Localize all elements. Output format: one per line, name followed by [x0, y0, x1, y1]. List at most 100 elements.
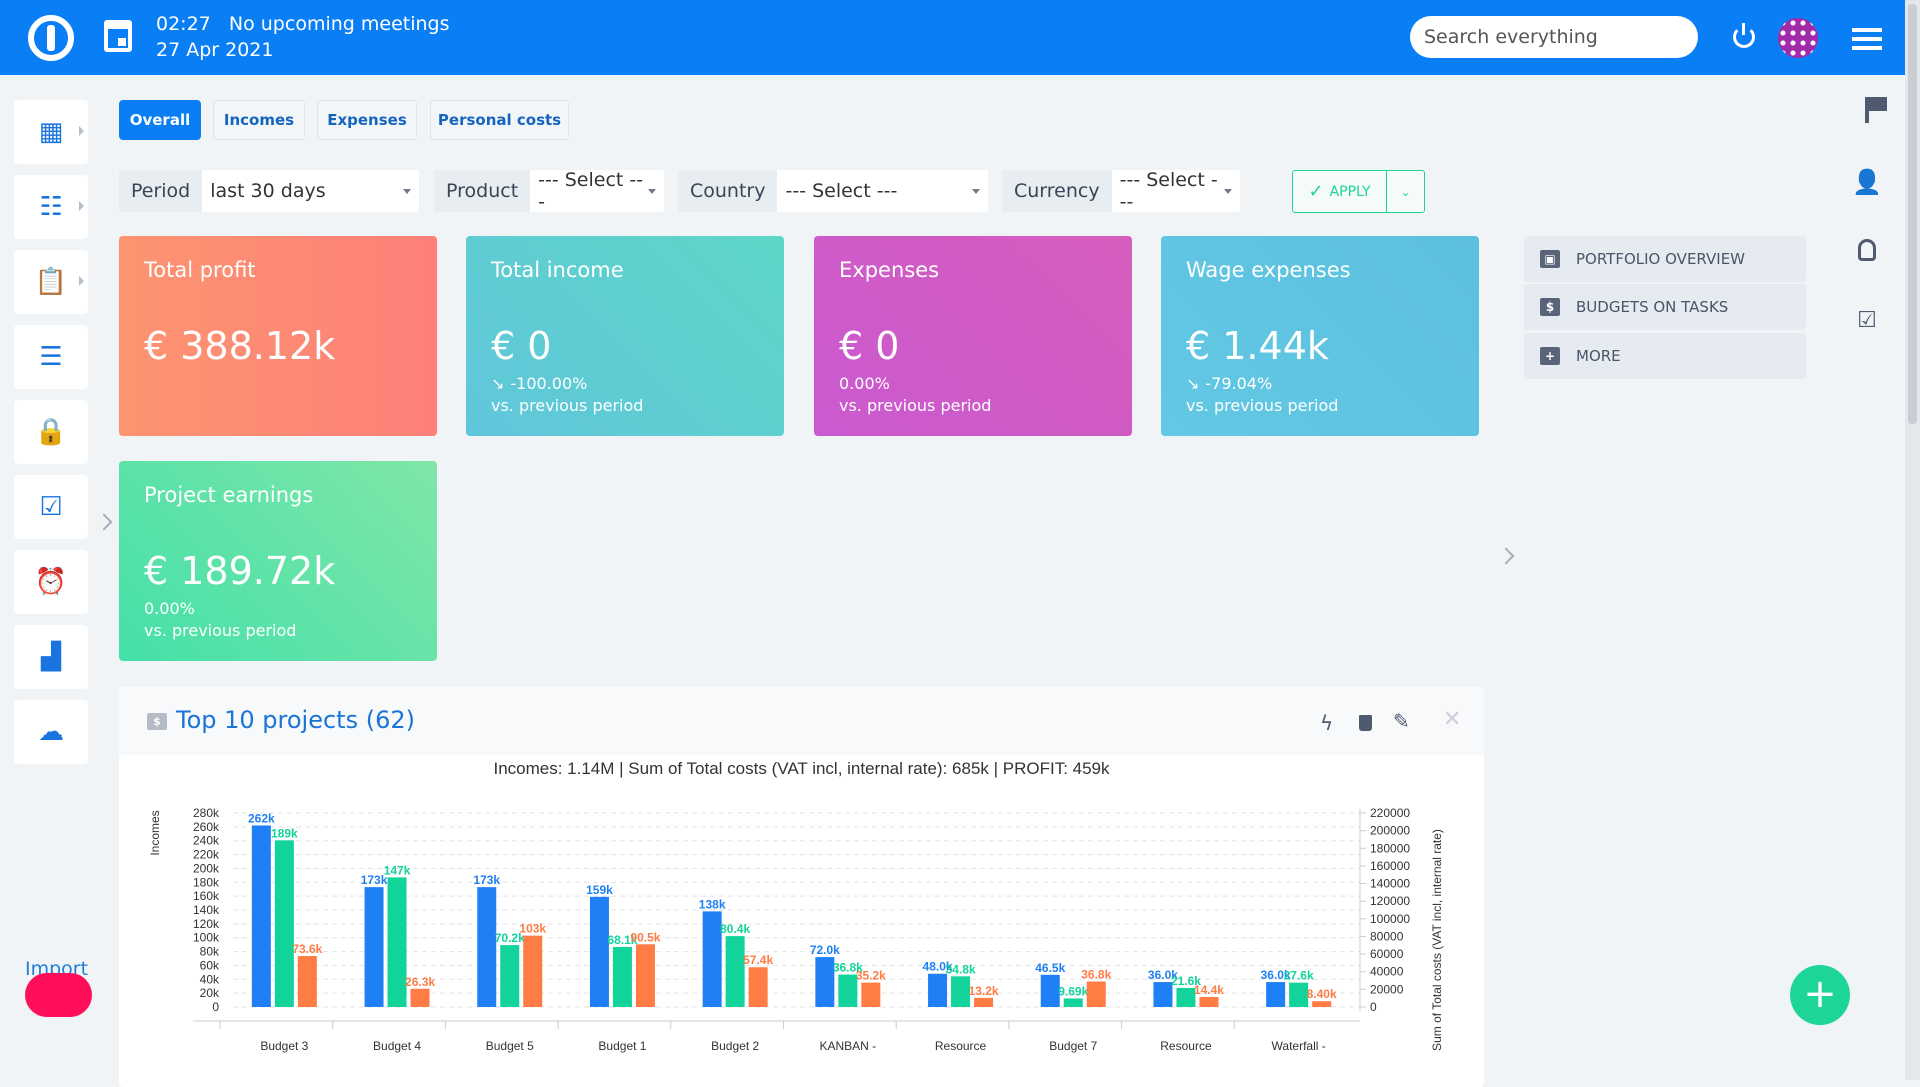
tree-icon: ☷: [39, 192, 63, 222]
sidebar-item-list-check[interactable]: ☰: [14, 325, 88, 389]
apply-button[interactable]: ✓ APPLY: [1293, 171, 1387, 212]
bar[interactable]: [861, 982, 881, 1007]
power-icon[interactable]: [1733, 23, 1755, 48]
y-tick-label: 280k: [193, 806, 220, 820]
avatar[interactable]: [1778, 18, 1818, 58]
y2-tick-label: 180000: [1370, 841, 1410, 855]
bar[interactable]: [702, 911, 722, 1007]
quick-link-portfolio-overview[interactable]: ▣ PORTFOLIO OVERVIEW: [1524, 236, 1806, 282]
y-tick-label: 200k: [193, 861, 220, 875]
country-select[interactable]: --- Select ---: [777, 170, 988, 212]
import-button[interactable]: [25, 973, 92, 1017]
product-select[interactable]: --- Select ---: [530, 170, 664, 212]
apply-dropdown-toggle[interactable]: ⌄: [1387, 171, 1424, 212]
card-note: vs. previous period: [839, 396, 992, 415]
trend-down-icon: ↘: [491, 374, 505, 393]
period-select[interactable]: last 30 days: [202, 170, 419, 212]
cards-next-arrow[interactable]: [1497, 547, 1515, 565]
y2-tick-label: 140000: [1370, 877, 1410, 891]
logo-icon[interactable]: [28, 15, 74, 61]
quick-link-more[interactable]: + MORE: [1524, 333, 1806, 379]
meetings-status[interactable]: No upcoming meetings: [229, 13, 450, 35]
bar[interactable]: [387, 877, 407, 1007]
bar[interactable]: [815, 957, 835, 1007]
kpi-card-total-income[interactable]: Total income € 0 ↘ -100.00% vs. previous per…: [466, 236, 784, 436]
bar[interactable]: [928, 973, 948, 1007]
sidebar-item-tree[interactable]: ☷: [14, 175, 88, 239]
x-tick-label: Waterfall -: [1272, 1039, 1326, 1053]
bar[interactable]: [1312, 1001, 1332, 1007]
tab-incomes[interactable]: Incomes: [213, 100, 305, 140]
bar[interactable]: [1063, 998, 1083, 1007]
search-input[interactable]: [1410, 16, 1698, 58]
x-tick-label: Budget 3: [260, 1039, 308, 1053]
bar[interactable]: [612, 946, 632, 1007]
tab-overall[interactable]: Overall: [119, 100, 201, 140]
sidebar-item-cloud[interactable]: ☁: [14, 700, 88, 764]
bar[interactable]: [477, 887, 497, 1007]
add-fab-button[interactable]: +: [1790, 965, 1850, 1025]
bar-value-label: 34.8k: [946, 962, 976, 976]
sidebar-item-task[interactable]: ☑: [14, 475, 88, 539]
change-value: 0.00%: [839, 374, 890, 393]
sidebar-item-lock[interactable]: 🔒: [14, 400, 88, 464]
kpi-card-expenses[interactable]: Expenses € 0 0.00% vs. previous period: [814, 236, 1132, 436]
kpi-card-project-earnings[interactable]: Project earnings € 189.72k 0.00% vs. previo…: [119, 461, 437, 661]
bar[interactable]: [500, 945, 520, 1007]
bar-value-label: 73.6k: [292, 942, 322, 956]
expand-caret-icon[interactable]: [79, 201, 84, 211]
sidebar-item-dashboard[interactable]: ▦: [14, 100, 88, 164]
bar[interactable]: [635, 944, 655, 1007]
tab-personal-costs[interactable]: Personal costs: [430, 100, 569, 140]
sidebar-item-clipboard[interactable]: 📋: [14, 250, 88, 314]
bar[interactable]: [1040, 974, 1060, 1007]
sidebar-item-chart[interactable]: ▟: [14, 625, 88, 689]
quick-link-budgets-on-tasks[interactable]: $ BUDGETS ON TASKS: [1524, 284, 1806, 330]
bar[interactable]: [1266, 982, 1286, 1007]
scrollbar[interactable]: [1905, 0, 1920, 1080]
expand-caret-icon[interactable]: [79, 126, 84, 136]
bar[interactable]: [410, 988, 430, 1007]
bar[interactable]: [251, 825, 271, 1007]
bar[interactable]: [589, 896, 609, 1007]
tab-expenses[interactable]: Expenses: [317, 100, 417, 140]
kpi-card-total-profit[interactable]: Total profit € 388.12k: [119, 236, 437, 436]
bar[interactable]: [1086, 981, 1106, 1007]
bar[interactable]: [1199, 997, 1219, 1007]
hamburger-menu-icon[interactable]: [1852, 28, 1882, 50]
user-search-icon[interactable]: 👤: [1850, 165, 1884, 199]
kpi-card-wage-expenses[interactable]: Wage expenses € 1.44k ↘ -79.04% vs. previous…: [1161, 236, 1479, 436]
calendar-icon[interactable]: [104, 20, 132, 52]
bar-value-label: 90.5k: [630, 930, 660, 944]
bar[interactable]: [725, 936, 745, 1007]
bar-value-label: 26.3k: [405, 975, 435, 989]
bar[interactable]: [1153, 982, 1173, 1007]
list-check-icon: ☰: [39, 342, 63, 372]
bar[interactable]: [1289, 982, 1309, 1007]
y-tick-label: 60k: [200, 958, 220, 972]
sidebar-expand-arrow[interactable]: [95, 513, 113, 531]
bar[interactable]: [748, 967, 768, 1007]
x-tick-label: Budget 2: [711, 1039, 759, 1053]
flag-icon[interactable]: [1850, 93, 1887, 127]
y2-tick-label: 220000: [1370, 806, 1410, 820]
sidebar-item-alarm[interactable]: ⏰: [14, 550, 88, 614]
x-tick-label: Resource: [1160, 1039, 1212, 1053]
currency-select[interactable]: --- Select ---: [1111, 170, 1240, 212]
y2-tick-label: 100000: [1370, 912, 1410, 926]
bar[interactable]: [274, 840, 294, 1007]
bar[interactable]: [297, 956, 317, 1007]
bar[interactable]: [951, 976, 971, 1007]
filter-label: Period: [119, 170, 203, 212]
bar[interactable]: [364, 887, 384, 1007]
expand-caret-icon[interactable]: [79, 276, 84, 286]
alarm-icon: ⏰: [34, 567, 68, 597]
bar[interactable]: [1176, 987, 1196, 1007]
bar[interactable]: [523, 935, 543, 1007]
caret-down-icon: [403, 188, 411, 194]
lightbulb-icon[interactable]: [1850, 233, 1884, 267]
bar[interactable]: [974, 997, 994, 1007]
bar[interactable]: [838, 974, 858, 1007]
checklist-icon[interactable]: ☑: [1850, 303, 1884, 337]
y-axis-label: Incomes: [148, 810, 162, 855]
